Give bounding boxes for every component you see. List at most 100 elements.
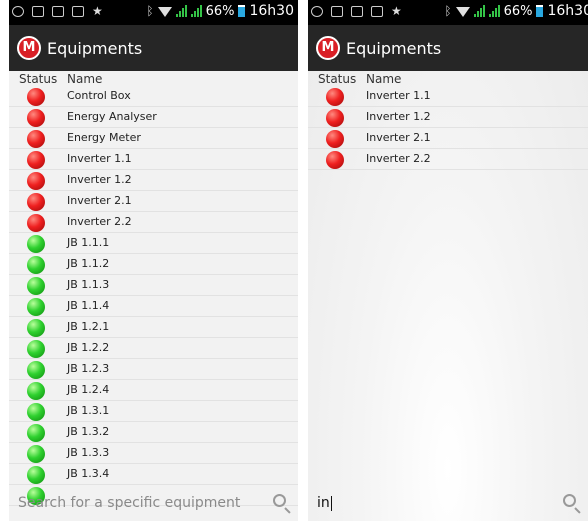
equipment-row[interactable]: Energy Meter <box>9 128 298 149</box>
equipment-list-filtered: Inverter 1.1 Inverter 1.2 Inverter 2.1 Inve… <box>308 86 588 170</box>
equipment-name: Inverter 2.2 <box>366 152 431 165</box>
name-column-header: Name <box>366 72 402 86</box>
equipment-name: Energy Analyser <box>67 110 157 123</box>
battery-icon <box>536 5 544 17</box>
status-alarm-icon <box>27 109 45 127</box>
text-cursor <box>330 495 332 511</box>
status-ok-icon <box>27 277 45 295</box>
equipment-name: JB 1.1.3 <box>67 278 110 291</box>
signal-icon <box>190 5 202 17</box>
equipment-row[interactable]: JB 1.2.2 <box>9 338 298 359</box>
status-ok-icon <box>27 235 45 253</box>
equipment-screen-full: ★ ᛒ 66% 16h30 M Equipments Status Name C… <box>9 0 298 521</box>
app-logo[interactable]: M <box>316 36 340 60</box>
clock: 16h30 <box>547 3 588 19</box>
equipment-name: JB 1.2.2 <box>67 341 110 354</box>
equipment-row[interactable]: Inverter 1.1 <box>308 86 588 107</box>
equipment-name: Inverter 2.1 <box>366 131 431 144</box>
equipment-row[interactable]: JB 1.3.1 <box>9 401 298 422</box>
wifi-icon <box>157 7 172 17</box>
action-bar: M Equipments <box>9 25 298 71</box>
equipment-name: JB 1.1.2 <box>67 257 110 270</box>
equipment-row[interactable]: Inverter 2.1 <box>9 191 298 212</box>
status-ok-icon <box>27 403 45 421</box>
status-alarm-icon <box>27 151 45 169</box>
wifi-icon <box>455 7 470 17</box>
equipment-row[interactable]: JB 1.3.3 <box>9 443 298 464</box>
equipment-name: JB 1.2.4 <box>67 383 110 396</box>
equipment-row[interactable]: Inverter 2.2 <box>308 149 588 170</box>
status-column-header: Status <box>318 72 357 86</box>
equipment-name: JB 1.2.1 <box>67 320 110 333</box>
status-alarm-icon <box>27 130 45 148</box>
signal-icon <box>488 5 500 17</box>
equipment-name: Inverter 1.2 <box>366 110 431 123</box>
equipment-row[interactable]: JB 1.1.1 <box>9 233 298 254</box>
status-ok-icon <box>27 382 45 400</box>
status-alarm-icon <box>326 130 344 148</box>
notification-icon <box>311 5 323 17</box>
name-column-header: Name <box>67 72 103 86</box>
equipment-row[interactable]: JB 1.1.2 <box>9 254 298 275</box>
status-alarm-icon <box>326 109 344 127</box>
star-icon: ★ <box>391 4 402 18</box>
signal-icon <box>473 5 485 17</box>
clock: 16h30 <box>249 3 294 19</box>
equipment-name: JB 1.3.1 <box>67 404 110 417</box>
status-bar: ★ ᛒ 66% 16h30 <box>308 0 588 25</box>
equipment-row[interactable]: Energy Analyser <box>9 107 298 128</box>
equipment-row[interactable]: JB 1.3.2 <box>9 422 298 443</box>
search-bar[interactable]: Search for a specific equipment <box>9 487 298 521</box>
magnifier-icon[interactable] <box>563 494 576 507</box>
equipment-row[interactable]: JB 1.3.4 <box>9 464 298 485</box>
status-ok-icon <box>27 361 45 379</box>
equipment-row[interactable]: JB 1.2.1 <box>9 317 298 338</box>
page-title: Equipments <box>47 39 143 58</box>
equipment-name: Control Box <box>67 89 131 102</box>
equipment-row[interactable]: Inverter 1.1 <box>9 149 298 170</box>
mail-icon <box>52 5 64 17</box>
mail-icon <box>351 5 363 17</box>
status-alarm-icon <box>326 88 344 106</box>
image-icon <box>32 5 44 17</box>
bluetooth-icon: ᛒ <box>146 4 154 18</box>
status-ok-icon <box>27 298 45 316</box>
notification-icon <box>12 5 24 17</box>
file-icon <box>371 5 383 17</box>
equipment-row[interactable]: Inverter 2.2 <box>9 212 298 233</box>
equipment-row[interactable]: JB 1.1.4 <box>9 296 298 317</box>
equipment-row[interactable]: Inverter 1.2 <box>308 107 588 128</box>
equipment-row[interactable]: JB 1.2.4 <box>9 380 298 401</box>
status-alarm-icon <box>27 88 45 106</box>
status-ok-icon <box>27 466 45 484</box>
search-input[interactable]: Search for a specific equipment <box>18 495 240 511</box>
equipment-name: Inverter 1.1 <box>67 152 132 165</box>
equipment-name: JB 1.1.1 <box>67 236 110 249</box>
page-title: Equipments <box>346 39 442 58</box>
equipment-name: JB 1.2.3 <box>67 362 110 375</box>
equipment-name: Inverter 2.2 <box>67 215 132 228</box>
equipment-row[interactable]: JB 1.1.3 <box>9 275 298 296</box>
search-input-value: in <box>317 495 330 511</box>
search-bar[interactable]: in <box>308 487 588 521</box>
status-alarm-icon <box>27 193 45 211</box>
equipment-row[interactable]: JB 1.2.3 <box>9 359 298 380</box>
equipment-name: Energy Meter <box>67 131 141 144</box>
equipment-row[interactable]: Inverter 1.2 <box>9 170 298 191</box>
search-input[interactable]: in <box>317 495 332 511</box>
status-bar: ★ ᛒ 66% 16h30 <box>9 0 298 25</box>
battery-percentage: 66% <box>205 3 235 19</box>
image-icon <box>331 5 343 17</box>
magnifier-icon[interactable] <box>273 494 286 507</box>
equipment-name: JB 1.3.2 <box>67 425 110 438</box>
app-logo[interactable]: M <box>17 36 41 60</box>
equipment-name: JB 1.3.3 <box>67 446 110 459</box>
status-column-header: Status <box>19 72 58 86</box>
equipment-name: JB 1.1.4 <box>67 299 110 312</box>
status-ok-icon <box>27 424 45 442</box>
signal-icon <box>175 5 187 17</box>
equipment-name: Inverter 1.1 <box>366 89 431 102</box>
equipment-row[interactable]: Inverter 2.1 <box>308 128 588 149</box>
equipment-row[interactable]: Control Box <box>9 86 298 107</box>
star-icon: ★ <box>92 4 103 18</box>
